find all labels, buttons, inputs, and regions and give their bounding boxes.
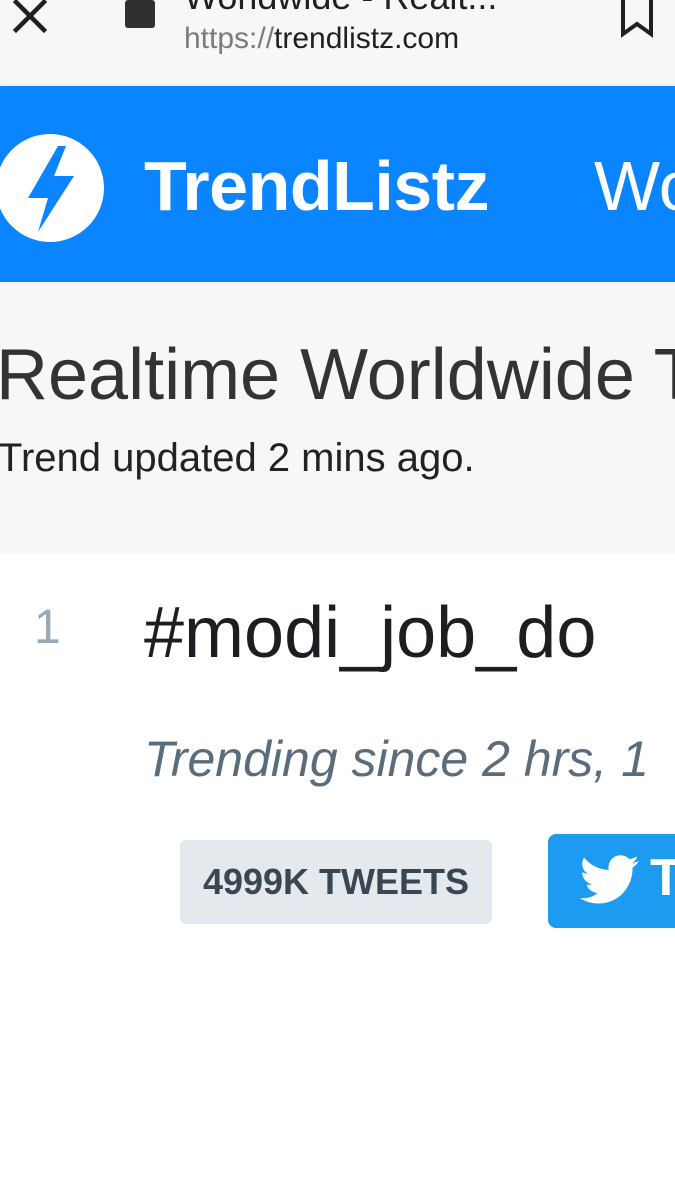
brand-name[interactable]: TrendListz xyxy=(144,146,490,226)
trending-since: Trending since 2 hrs, 1 xyxy=(144,731,649,787)
tab-title: Worldwide - Realt... xyxy=(184,0,497,18)
trend-rank: 1 xyxy=(34,601,61,654)
tweet-count-badge: 4999K TWEETS xyxy=(180,840,492,924)
hero-section: Realtime Worldwide T Trend updated 2 min… xyxy=(0,282,675,554)
update-status: Trend updated 2 mins ago. xyxy=(0,436,475,480)
lightning-logo-icon[interactable] xyxy=(0,132,106,244)
page-title: Realtime Worldwide T xyxy=(0,335,675,415)
address-bar[interactable]: https://trendlistz.com xyxy=(184,22,459,56)
url-host: trendlistz.com xyxy=(274,22,460,55)
url-scheme: https:// xyxy=(184,22,275,55)
tweet-button-label: T xyxy=(650,849,675,907)
trend-list: 1 #modi_job_do Trending since 2 hrs, 1 4… xyxy=(0,554,675,1200)
bookmark-icon[interactable] xyxy=(614,0,660,38)
site-header: TrendListz Wo xyxy=(0,86,675,282)
close-icon[interactable] xyxy=(8,0,52,38)
tweet-button[interactable]: T xyxy=(548,834,675,928)
trend-hashtag[interactable]: #modi_job_do xyxy=(144,592,596,674)
nav-item-worldwide[interactable]: Wo xyxy=(594,146,675,226)
browser-toolbar: Worldwide - Realt... https://trendlistz.… xyxy=(0,0,675,86)
lock-icon xyxy=(125,0,155,28)
twitter-bird-icon xyxy=(580,855,639,904)
